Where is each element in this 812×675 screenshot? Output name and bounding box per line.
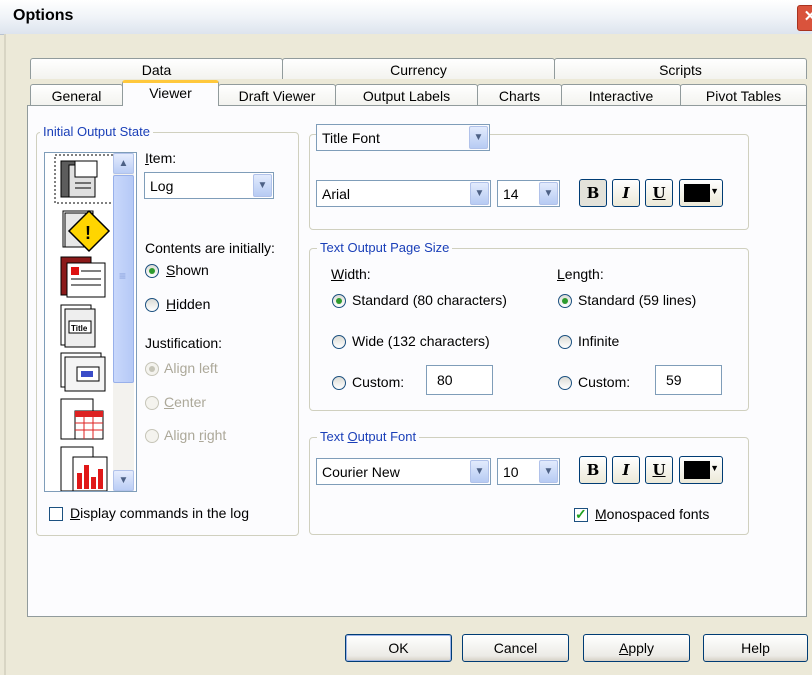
align-left-radio[interactable]: [145, 362, 159, 376]
window-title: Options: [13, 7, 74, 24]
dropdown-arrow-icon: ▼: [710, 463, 719, 473]
align-right-label: Align right: [164, 427, 227, 443]
tab-data[interactable]: Data: [30, 58, 283, 79]
tab-output-labels[interactable]: Output Labels: [335, 84, 478, 105]
output-bold-button[interactable]: B: [579, 456, 607, 484]
chevron-down-icon[interactable]: ▼: [470, 182, 489, 205]
title-underline-button[interactable]: U: [645, 179, 673, 207]
scroll-thumb[interactable]: [113, 175, 134, 383]
window-border: [4, 34, 6, 675]
tab-scripts[interactable]: Scripts: [554, 58, 807, 79]
shown-label: Shown: [166, 262, 209, 278]
close-button[interactable]: ✕: [797, 5, 812, 31]
apply-button[interactable]: Apply: [583, 634, 690, 662]
hidden-label: Hidden: [166, 296, 211, 312]
center-label: Center: [164, 394, 207, 410]
ok-button[interactable]: OK: [345, 634, 452, 662]
chevron-down-icon[interactable]: ▼: [469, 126, 488, 149]
output-font-label: Text Output Font: [317, 429, 420, 444]
length-standard-label: Standard (59 lines): [578, 292, 697, 308]
tab-interactive[interactable]: Interactive: [561, 84, 681, 105]
tab-pivot-tables[interactable]: Pivot Tables: [680, 84, 807, 105]
width-standard-radio[interactable]: [332, 294, 346, 308]
title-italic-button[interactable]: I: [612, 179, 640, 207]
width-standard-label: Standard (80 characters): [352, 292, 507, 308]
title-font-size-select[interactable]: 14 ▼: [497, 180, 560, 207]
output-font-family-value: Courier New: [322, 464, 400, 480]
width-custom-radio[interactable]: [332, 376, 346, 390]
chevron-down-icon[interactable]: ▼: [470, 460, 489, 483]
title-bold-button[interactable]: B: [579, 179, 607, 207]
title-font-family-value: Arial: [322, 186, 351, 202]
width-custom-value: 80: [437, 372, 453, 388]
tab-viewer[interactable]: Viewer: [122, 80, 219, 106]
align-left-label: Align left: [164, 360, 218, 376]
tab-currency[interactable]: Currency: [282, 58, 555, 79]
justification-label: Justification:: [145, 335, 223, 351]
pivot-table-icon[interactable]: [60, 398, 104, 440]
title-icon[interactable]: Title: [60, 304, 96, 348]
length-custom-input[interactable]: 59: [655, 365, 722, 395]
width-label: Width:: [331, 266, 371, 282]
length-label: Length:: [557, 266, 604, 282]
output-font-size-value: 10: [503, 464, 519, 480]
hidden-radio[interactable]: [145, 298, 159, 312]
warning-icon[interactable]: !: [62, 209, 111, 253]
help-button[interactable]: Help: [703, 634, 808, 662]
title-bar: [0, 0, 812, 35]
dropdown-arrow-icon: ▼: [710, 186, 719, 196]
align-right-radio[interactable]: [145, 429, 159, 443]
chevron-down-icon[interactable]: ▼: [539, 460, 558, 483]
initial-output-state-label: Initial Output State: [40, 124, 153, 139]
width-wide-label: Wide (132 characters): [352, 333, 490, 349]
output-underline-button[interactable]: U: [645, 456, 673, 484]
length-infinite-radio[interactable]: [558, 335, 572, 349]
output-italic-button[interactable]: I: [612, 456, 640, 484]
center-radio[interactable]: [145, 396, 159, 410]
display-commands-label: Display commands in the log: [70, 505, 249, 521]
title-color-button[interactable]: ▼: [679, 179, 723, 207]
icon-list-scrollbar[interactable]: ▲ ▼: [113, 153, 134, 491]
color-swatch: [684, 461, 710, 479]
width-wide-radio[interactable]: [332, 335, 346, 349]
output-color-button[interactable]: ▼: [679, 456, 723, 484]
length-standard-radio[interactable]: [558, 294, 572, 308]
scroll-up-icon[interactable]: ▲: [113, 153, 134, 174]
length-custom-label: Custom:: [578, 374, 631, 390]
scroll-down-icon[interactable]: ▼: [113, 470, 134, 491]
width-custom-input[interactable]: 80: [426, 365, 493, 395]
font-target-value: Title Font: [322, 130, 380, 146]
item-label: Item:: [145, 150, 177, 166]
title-font-size-value: 14: [503, 186, 519, 202]
shown-radio[interactable]: [145, 264, 159, 278]
svg-text:Title: Title: [71, 324, 88, 333]
notes-icon[interactable]: [60, 256, 106, 298]
font-target-select[interactable]: Title Font ▼: [316, 124, 490, 151]
length-custom-value: 59: [666, 372, 682, 388]
chevron-down-icon[interactable]: ▼: [539, 182, 558, 205]
item-select-value: Log: [150, 178, 174, 194]
tab-general[interactable]: General: [30, 84, 123, 105]
title-font-family-select[interactable]: Arial ▼: [316, 180, 491, 207]
tab-charts[interactable]: Charts: [477, 84, 562, 105]
output-font-family-select[interactable]: Courier New ▼: [316, 458, 491, 485]
width-custom-label: Custom:: [352, 374, 405, 390]
monospaced-fonts-checkbox[interactable]: [574, 506, 588, 523]
log-icon[interactable]: [54, 154, 116, 204]
length-infinite-label: Infinite: [578, 333, 620, 349]
cancel-button[interactable]: Cancel: [462, 634, 569, 662]
chart-icon[interactable]: [60, 446, 108, 491]
chevron-down-icon[interactable]: ▼: [253, 174, 272, 197]
color-swatch: [684, 184, 710, 202]
display-commands-checkbox[interactable]: [49, 507, 63, 521]
page-size-label: Text Output Page Size: [317, 240, 453, 255]
monospaced-fonts-label: Monospaced fonts: [595, 506, 710, 522]
page-title-icon[interactable]: [60, 352, 106, 392]
contents-label: Contents are initially:: [145, 240, 275, 256]
length-custom-radio[interactable]: [558, 376, 572, 390]
output-font-size-select[interactable]: 10 ▼: [497, 458, 560, 485]
item-select[interactable]: Log ▼: [144, 172, 274, 199]
svg-text:!: !: [85, 223, 91, 243]
tab-draft-viewer[interactable]: Draft Viewer: [218, 84, 336, 105]
